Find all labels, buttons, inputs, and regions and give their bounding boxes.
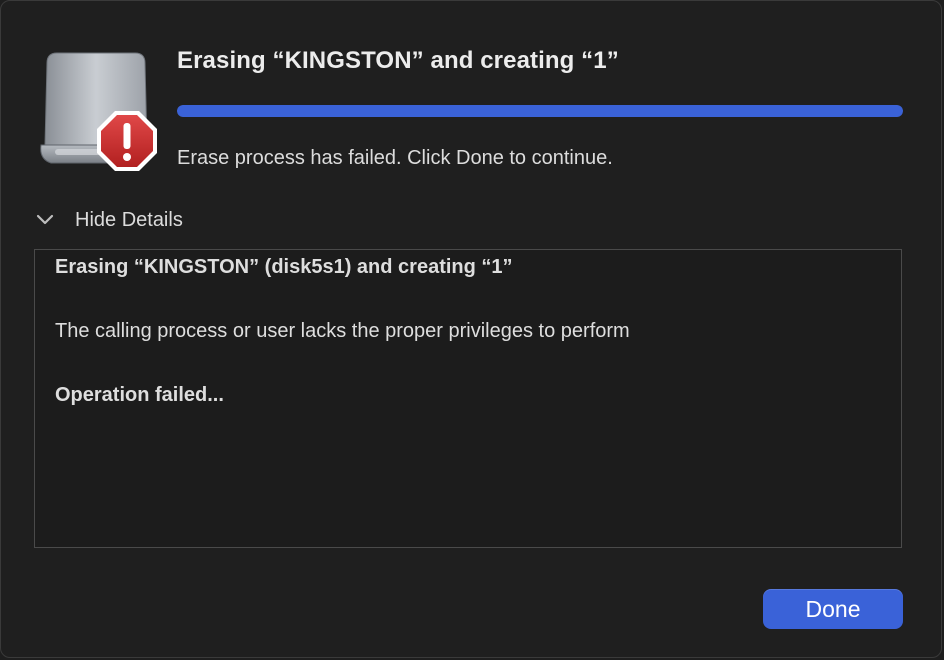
external-drive-icon [35,49,161,171]
done-button[interactable]: Done [763,589,903,629]
chevron-down-icon[interactable] [31,206,59,234]
dialog-title: Erasing “KINGSTON” and creating “1” [177,47,619,74]
progress-bar-fill [177,105,903,117]
details-log[interactable]: Erasing “KINGSTON” (disk5s1) and creatin… [34,249,902,548]
log-line-result: Operation failed... [55,384,224,406]
error-badge-icon [97,111,157,171]
erase-dialog: Erasing “KINGSTON” and creating “1” Eras… [0,0,942,658]
log-line-error: The calling process or user lacks the pr… [55,320,630,342]
status-message: Erase process has failed. Click Done to … [177,147,613,169]
hide-details-toggle[interactable]: Hide Details [31,205,183,235]
progress-bar [177,105,903,117]
log-line-header: Erasing “KINGSTON” (disk5s1) and creatin… [55,256,513,278]
hide-details-label: Hide Details [75,208,183,231]
